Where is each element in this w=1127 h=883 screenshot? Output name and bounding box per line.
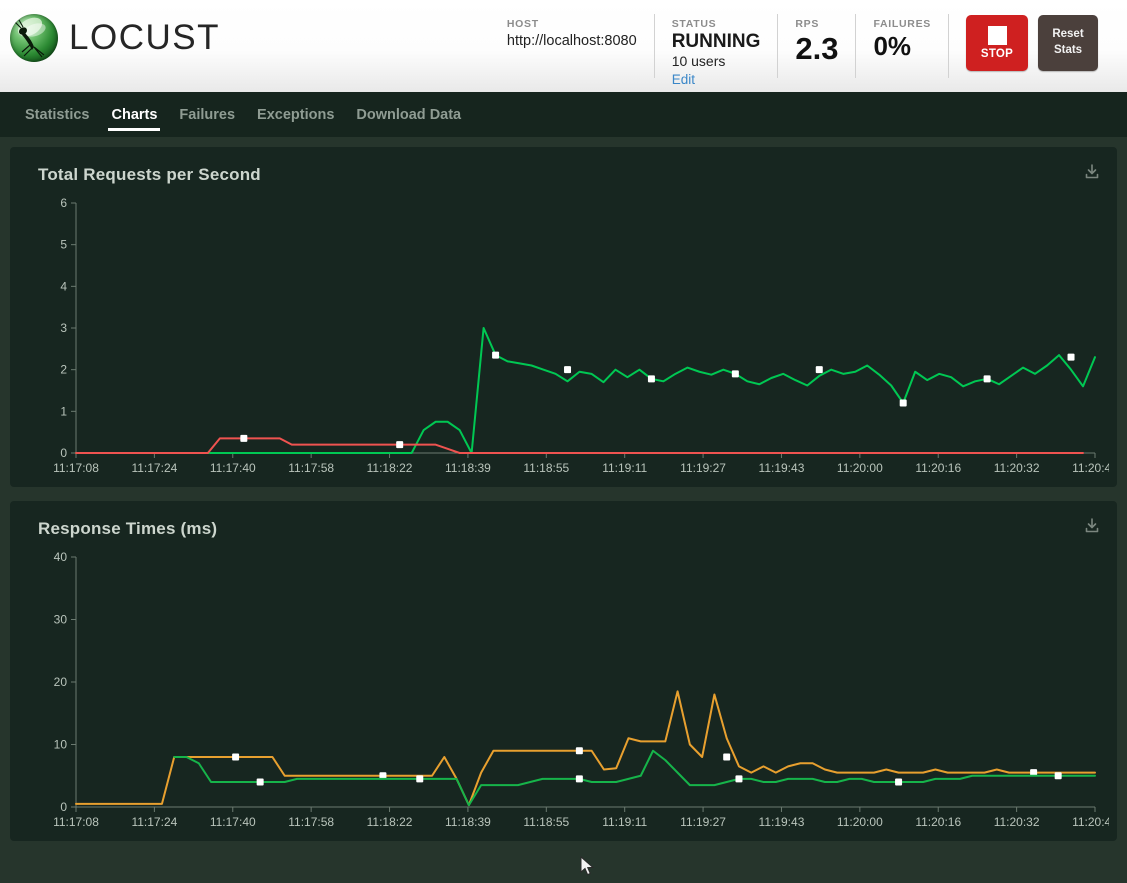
stat-failures: FAILURES 0%: [855, 14, 948, 78]
svg-text:2: 2: [60, 363, 67, 377]
svg-text:11:17:58: 11:17:58: [288, 815, 334, 829]
svg-text:11:18:39: 11:18:39: [445, 815, 491, 829]
user-count: 10 users: [671, 52, 726, 69]
svg-text:11:18:55: 11:18:55: [523, 815, 569, 829]
svg-text:11:19:27: 11:19:27: [680, 815, 726, 829]
status-label: STATUS: [671, 18, 717, 30]
failures-value: 0%: [873, 31, 912, 61]
svg-text:11:20:32: 11:20:32: [994, 461, 1040, 475]
svg-text:11:17:08: 11:17:08: [53, 815, 99, 829]
svg-text:11:19:11: 11:19:11: [602, 461, 647, 475]
header-actions: STOP Reset Stats: [948, 14, 1115, 78]
app-header: LOCUST HOST http://localhost:8080 STATUS…: [0, 0, 1127, 92]
svg-text:4: 4: [60, 279, 67, 293]
svg-text:11:20:00: 11:20:00: [837, 815, 883, 829]
chart-panel-rps: Total Requests per Second 0 1 2 3 4 5 6 11:17:0…: [10, 147, 1117, 487]
svg-text:11:19:11: 11:19:11: [602, 815, 647, 829]
reset-stats-button[interactable]: Reset Stats: [1038, 15, 1098, 71]
svg-text:11:18:55: 11:18:55: [523, 461, 569, 475]
status-value: RUNNING: [671, 31, 761, 52]
svg-text:11:20:16: 11:20:16: [915, 461, 961, 475]
tab-exceptions[interactable]: Exceptions: [246, 92, 345, 137]
host-value: http://localhost:8080: [506, 33, 637, 49]
svg-text:11:20:48: 11:20:48: [1072, 815, 1109, 829]
chart-canvas-response-times[interactable]: 0 10 20 30 40 11:17:08 11:17:24 11:17:40 11:17:5…: [24, 545, 1109, 835]
svg-text:30: 30: [54, 613, 68, 627]
svg-text:11:19:43: 11:19:43: [759, 815, 805, 829]
header-stats: HOST http://localhost:8080 STATUS RUNNIN…: [490, 0, 1127, 87]
tab-statistics[interactable]: Statistics: [14, 92, 100, 137]
svg-text:0: 0: [60, 446, 67, 460]
svg-text:11:18:39: 11:18:39: [445, 461, 491, 475]
tab-failures[interactable]: Failures: [168, 92, 246, 137]
svg-text:10: 10: [54, 738, 68, 752]
stop-square-icon: [987, 26, 1007, 45]
chart-canvas-rps[interactable]: 0 1 2 3 4 5 6 11:17:08 11:17:24 11:17:40 11:17:58 1…: [24, 191, 1109, 481]
brand-logo[interactable]: LOCUST: [0, 0, 220, 62]
failures-label: FAILURES: [873, 18, 931, 30]
stop-button-label: STOP: [980, 48, 1014, 60]
svg-text:5: 5: [60, 238, 67, 252]
svg-text:11:19:43: 11:19:43: [759, 461, 805, 475]
brand-name: LOCUST: [69, 18, 220, 57]
svg-text:0: 0: [60, 800, 67, 814]
chart-title-rps: Total Requests per Second: [38, 165, 261, 184]
svg-text:11:20:32: 11:20:32: [994, 815, 1040, 829]
svg-text:11:20:00: 11:20:00: [837, 461, 883, 475]
svg-text:11:20:48: 11:20:48: [1072, 461, 1109, 475]
download-icon[interactable]: [1083, 163, 1101, 181]
svg-text:6: 6: [60, 196, 67, 210]
svg-text:11:17:08: 11:17:08: [53, 461, 99, 475]
edit-link[interactable]: Edit: [672, 71, 761, 90]
tab-charts[interactable]: Charts: [100, 92, 168, 137]
charts-container: Total Requests per Second 0 1 2 3 4 5 6 11:17:0…: [0, 137, 1127, 841]
svg-text:11:19:27: 11:19:27: [680, 461, 726, 475]
chart-panel-response-times: Response Times (ms) 0 10 20 30 40 11:17:08 11:…: [10, 501, 1117, 841]
rps-value: 2.3: [795, 31, 839, 66]
tab-download-data[interactable]: Download Data: [345, 92, 472, 137]
stat-rps: RPS 2.3: [777, 14, 855, 78]
svg-text:11:18:22: 11:18:22: [367, 815, 413, 829]
rps-label: RPS: [795, 18, 820, 30]
svg-text:20: 20: [54, 675, 68, 689]
svg-text:11:20:16: 11:20:16: [915, 815, 961, 829]
svg-text:11:17:24: 11:17:24: [131, 815, 177, 829]
svg-text:11:18:22: 11:18:22: [367, 461, 413, 475]
chart-title-response-times: Response Times (ms): [38, 519, 218, 538]
svg-text:1: 1: [60, 404, 67, 418]
svg-text:40: 40: [54, 550, 68, 564]
svg-text:3: 3: [60, 321, 67, 335]
svg-text:11:17:40: 11:17:40: [210, 461, 256, 475]
svg-text:11:17:24: 11:17:24: [131, 461, 177, 475]
stat-status: STATUS RUNNING 10 users Edit: [653, 14, 778, 87]
stat-host: HOST http://localhost:8080: [490, 14, 654, 78]
stop-button[interactable]: STOP: [966, 15, 1028, 71]
download-icon[interactable]: [1083, 517, 1101, 535]
host-label: HOST: [506, 18, 539, 30]
locust-logo-icon: [10, 14, 58, 62]
svg-text:11:17:40: 11:17:40: [210, 815, 256, 829]
main-nav: Statistics Charts Failures Exceptions Do…: [0, 92, 1127, 137]
svg-text:11:17:58: 11:17:58: [288, 461, 334, 475]
